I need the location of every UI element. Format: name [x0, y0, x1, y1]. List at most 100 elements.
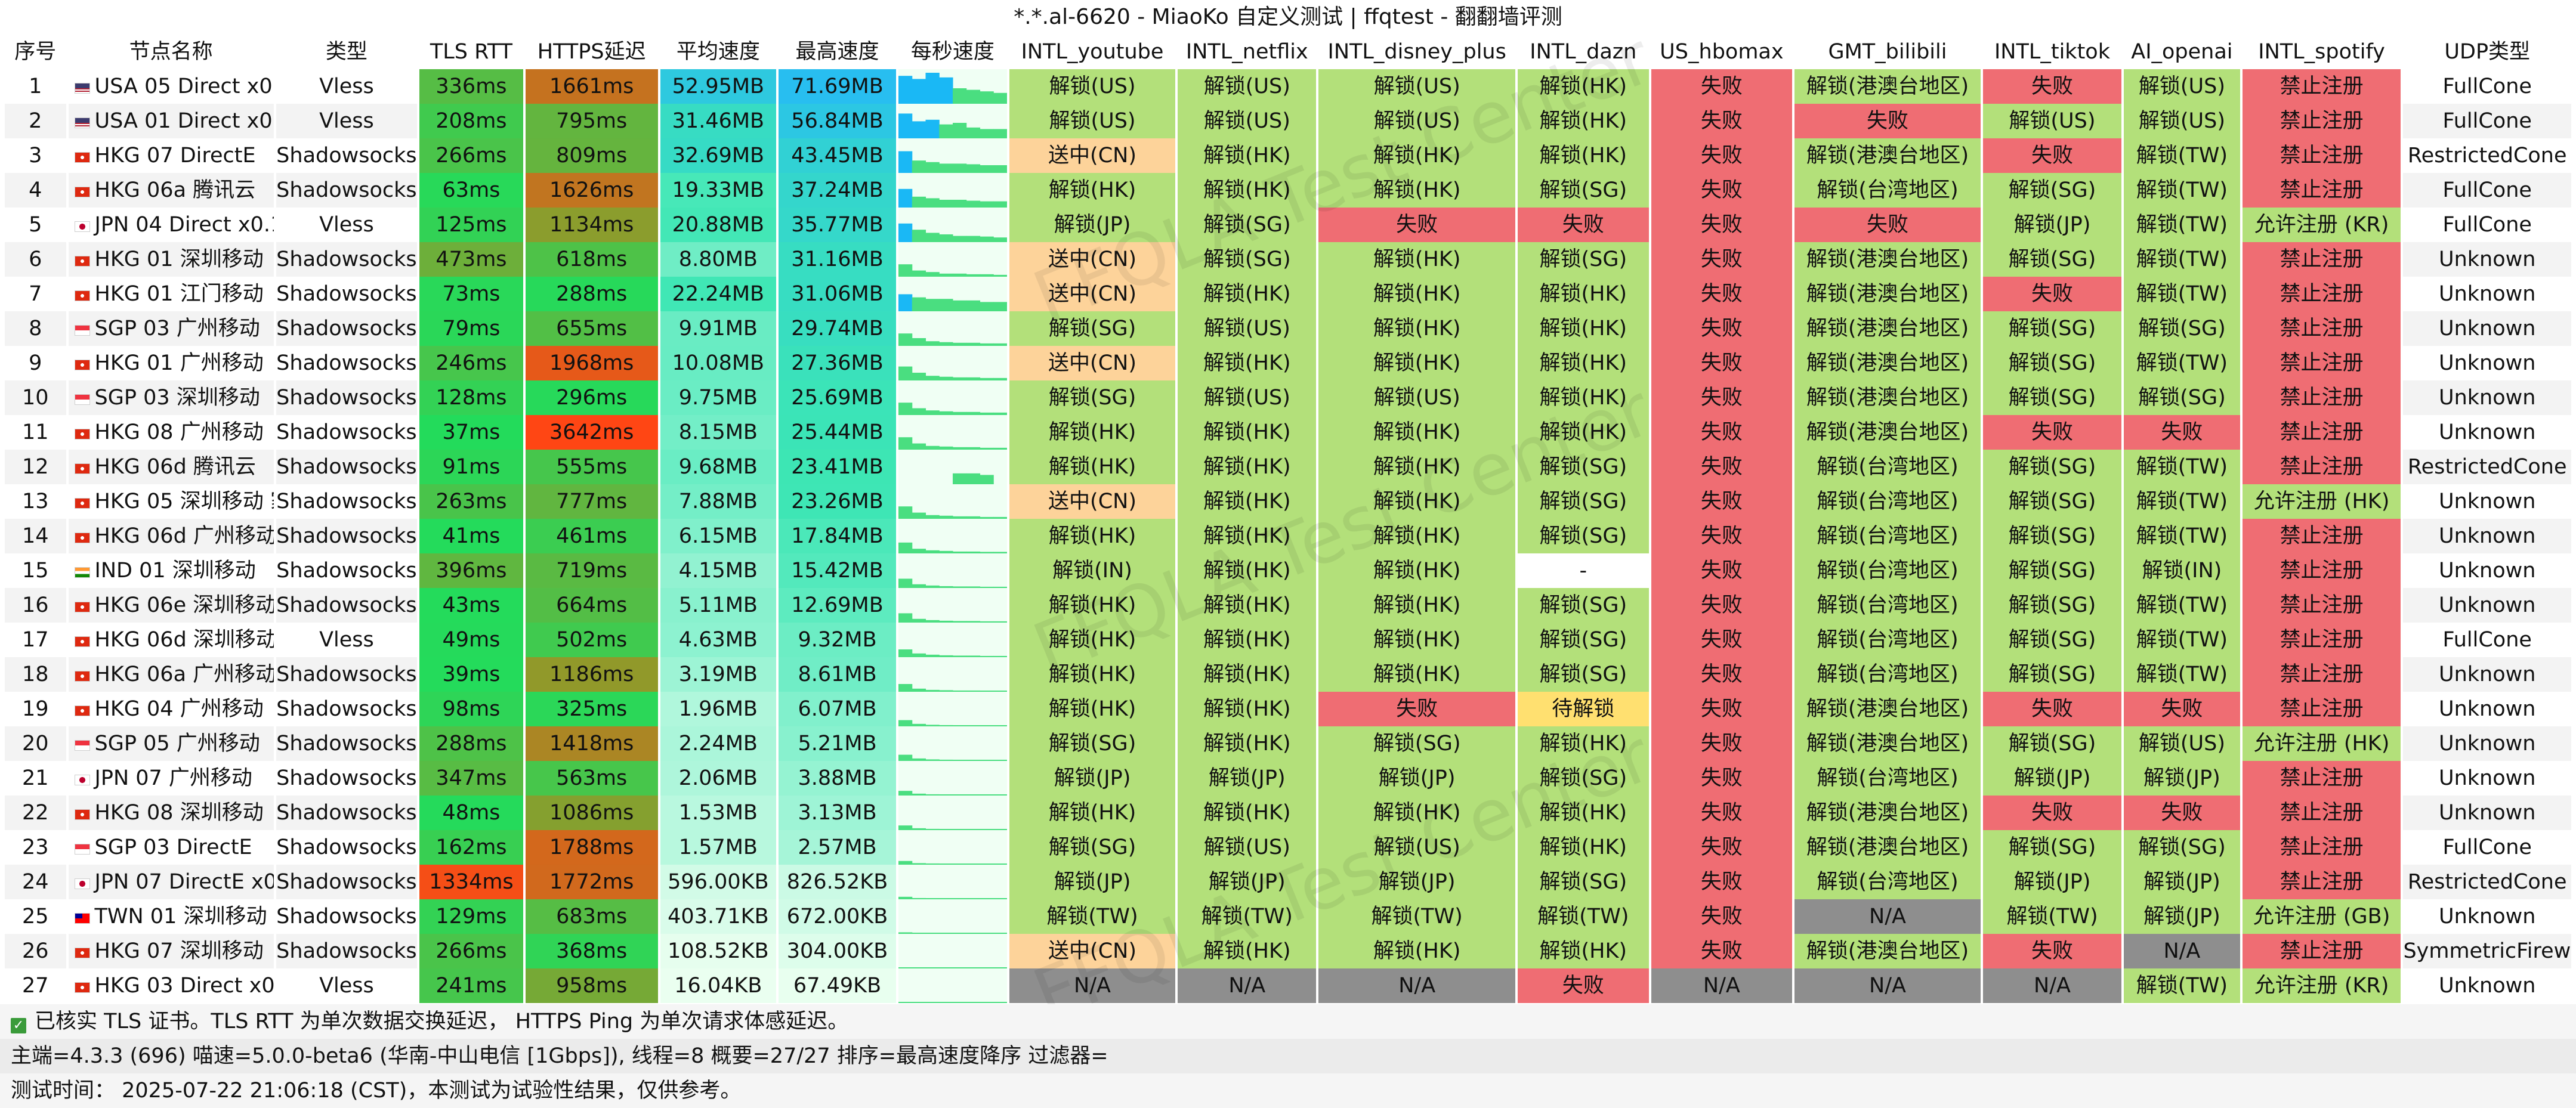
sparkline-bar: [925, 654, 940, 657]
column-header[interactable]: INTL_youtube: [1009, 35, 1176, 69]
table-row[interactable]: 8 SGP 03 广州移动 Shadowsocks 79ms 655ms 9.91MB 29…: [5, 311, 2571, 346]
column-header[interactable]: INTL_netflix: [1178, 35, 1317, 69]
tls-rtt: 39ms: [419, 657, 523, 692]
node-name: HKG 01 江门移动: [68, 277, 274, 311]
service-result: 禁止注册: [2242, 934, 2401, 968]
service-result: 解锁(US): [1318, 104, 1515, 138]
sparkline-bar: [966, 411, 980, 415]
max-speed: 29.74MB: [779, 311, 896, 346]
sparkline-chart: [898, 791, 1007, 796]
table-row[interactable]: 6 HKG 01 深圳移动 Shadowsocks 473ms 618ms 8.80MB 3…: [5, 242, 2571, 277]
service-result: 解锁(IN): [1009, 553, 1176, 588]
table-row[interactable]: 13 HKG 05 深圳移动 家宽Shadowsocks263ms777ms7.8…: [5, 484, 2571, 519]
avg-speed: 31.46MB: [660, 104, 777, 138]
table-row[interactable]: 3 HKG 07 DirectE Shadowsocks 266ms 809ms 32.6…: [5, 138, 2571, 173]
column-header[interactable]: INTL_spotify: [2242, 35, 2401, 69]
sparkline-bar: [966, 300, 980, 311]
column-header[interactable]: 节点名称: [68, 35, 274, 69]
udp-type: RestrictedCone: [2403, 450, 2571, 484]
hk-flag-icon: [74, 498, 90, 509]
node-name: HKG 03 Direct x0.2: [68, 968, 274, 1003]
node-name-text: HKG 01 江门移动: [94, 282, 264, 306]
avg-speed: 1.53MB: [660, 796, 777, 830]
service-result: 送中(CN): [1009, 934, 1176, 968]
node-type: Shadowsocks: [276, 796, 418, 830]
node-type: Vless: [276, 208, 418, 242]
sparkline-bar: [939, 759, 953, 761]
table-row[interactable]: 24 JPN 07 DirectE x0.5Shadowsocks1334ms17…: [5, 865, 2571, 899]
table-row[interactable]: 19 HKG 04 广州移动 Shadowsocks 98ms 325ms 1.96MB 6…: [5, 692, 2571, 726]
table-row[interactable]: 4 HKG 06a 腾讯云 Shadowsocks 63ms 1626ms 19.33MB…: [5, 173, 2571, 208]
table-row[interactable]: 18 HKG 06a 广州移动 Shadowsocks 39ms 1186ms 3.19M…: [5, 657, 2571, 692]
sparkline-bar: [912, 230, 926, 242]
sparkline-bar: [966, 377, 980, 380]
sparkline-bar: [980, 201, 994, 208]
table-row[interactable]: 23 SGP 03 DirectE Shadowsocks 162ms 1788ms 1.…: [5, 830, 2571, 865]
table-row[interactable]: 20 SGP 05 广州移动 Shadowsocks 288ms 1418ms 2.24M…: [5, 726, 2571, 761]
service-result: 解锁(SG): [2124, 380, 2240, 415]
column-header[interactable]: 类型: [276, 35, 418, 69]
column-header[interactable]: INTL_dazn: [1517, 35, 1649, 69]
service-result: 允许注册 (HK): [2242, 484, 2401, 519]
table-row[interactable]: 15 IND 01 深圳移动 Shadowsocks 396ms 719ms 4.15MB…: [5, 553, 2571, 588]
sg-flag-icon: [74, 740, 90, 751]
column-header[interactable]: 平均速度: [660, 35, 777, 69]
sparkline-bar: [912, 270, 926, 277]
table-row[interactable]: 14 HKG 06d 广州移动 Shadowsocks 41ms 461ms 6.15MB…: [5, 519, 2571, 553]
table-row[interactable]: 2 USA 01 Direct x0.3 Vless 208ms 795ms 31.46M…: [5, 104, 2571, 138]
column-header[interactable]: HTTPS延迟: [525, 35, 658, 69]
column-header[interactable]: INTL_tiktok: [1982, 35, 2122, 69]
table-row[interactable]: 11 HKG 08 广州移动 Shadowsocks 37ms 3642ms 8.15MB…: [5, 415, 2571, 450]
footer-note-text: 已核实 TLS 证书。TLS RTT 为单次数据交换延迟， HTTPS Ping…: [35, 1010, 849, 1033]
column-header[interactable]: INTL_disney_plus: [1318, 35, 1515, 69]
table-row[interactable]: 22 HKG 08 深圳移动 Shadowsocks 48ms 1086ms 1.53MB…: [5, 796, 2571, 830]
max-speed: 2.57MB: [779, 830, 896, 865]
table-row[interactable]: 5 JPN 04 Direct x0.1 Vless 125ms 1134ms 20.88…: [5, 208, 2571, 242]
column-header[interactable]: GMT_bilibili: [1794, 35, 1981, 69]
sparkline-bar: [939, 124, 953, 138]
table-row[interactable]: 9 HKG 01 广州移动 Shadowsocks 246ms 1968ms 10.08M…: [5, 346, 2571, 380]
column-header[interactable]: US_hbomax: [1651, 35, 1793, 69]
tls-rtt: 125ms: [419, 208, 523, 242]
sparkline-bar: [980, 760, 994, 761]
column-header[interactable]: AI_openai: [2124, 35, 2240, 69]
node-type: Shadowsocks: [276, 553, 418, 588]
sparkline-bar: [898, 613, 913, 623]
node-name: JPN 07 广州移动: [68, 761, 274, 796]
max-speed: 304.00KB: [779, 934, 896, 968]
udp-type: Unknown: [2403, 726, 2571, 761]
sparkline-bar: [939, 898, 953, 899]
max-speed: 6.07MB: [779, 692, 896, 726]
column-header[interactable]: 每秒速度: [898, 35, 1007, 69]
service-result: 解锁(港澳台地区): [1794, 380, 1981, 415]
service-result: 解锁(SG): [1517, 484, 1649, 519]
column-header[interactable]: UDP类型: [2403, 35, 2571, 69]
node-name-text: SGP 05 广州移动: [94, 732, 260, 756]
sparkline-bar: [980, 655, 994, 657]
table-row[interactable]: 27 HKG 03 Direct x0.2Vless241ms958ms16.04…: [5, 968, 2571, 1003]
speed-sparkline: [898, 104, 1007, 138]
tw-flag-icon: [74, 913, 90, 924]
table-row[interactable]: 16 HKG 06e 深圳移动 Shadowsocks 43ms 664ms 5.11MB…: [5, 588, 2571, 623]
table-row[interactable]: 21 JPN 07 广州移动 Shadowsocks 347ms 563ms 2.06MB…: [5, 761, 2571, 796]
sparkline-bar: [939, 967, 953, 968]
table-row[interactable]: 10 SGP 03 深圳移动 Shadowsocks 128ms 296ms 9.75MB…: [5, 380, 2571, 415]
table-row[interactable]: 12 HKG 06d 腾讯云 Shadowsocks 91ms 555ms 9.68MB 2…: [5, 450, 2571, 484]
table-row[interactable]: 25 TWN 01 深圳移动 Shadowsocks 129ms 683ms 403.71…: [5, 899, 2571, 934]
table-row[interactable]: 17 HKG 06d 深圳移动 Vless 49ms 502ms 4.63MB 9.32MB…: [5, 623, 2571, 657]
https-latency: 368ms: [525, 934, 658, 968]
service-result: 解锁(US): [2124, 69, 2240, 104]
service-result: 失败: [1651, 277, 1793, 311]
column-header[interactable]: TLS RTT: [419, 35, 523, 69]
service-result: 解锁(US): [2124, 726, 2240, 761]
table-row[interactable]: 26 HKG 07 深圳移动 Shadowsocks 266ms 368ms 108.52…: [5, 934, 2571, 968]
https-latency: 563ms: [525, 761, 658, 796]
sparkline-bar: [912, 408, 926, 415]
table-row[interactable]: 1 USA 05 Direct x0.4 Vless 336ms 1661ms 52.95…: [5, 69, 2571, 104]
column-header[interactable]: 序号: [5, 35, 66, 69]
avg-speed: 1.96MB: [660, 692, 777, 726]
service-result: 禁止注册: [2242, 104, 2401, 138]
column-header[interactable]: 最高速度: [779, 35, 896, 69]
sparkline-bar: [980, 829, 994, 830]
table-row[interactable]: 7 HKG 01 江门移动 Shadowsocks 73ms 288ms 22.24MB 3…: [5, 277, 2571, 311]
